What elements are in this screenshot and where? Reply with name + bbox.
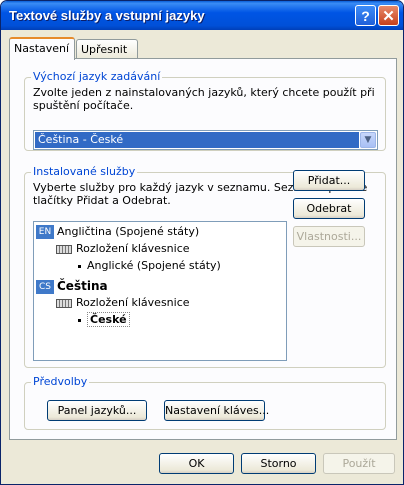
- services-tree[interactable]: EN Angličtina (Spojené státy) Rozložení k…: [33, 221, 287, 361]
- tree-item-label: Rozložení klávesnice: [76, 242, 190, 255]
- bullet-icon: [78, 264, 81, 268]
- tree-item-keyboard-layout-en[interactable]: Rozložení klávesnice: [56, 241, 190, 257]
- tab-panel: Výchozí jazyk zadávání Zvolte jeden z na…: [9, 58, 397, 440]
- title-bar[interactable]: Textové služby a vstupní jazyky ? ✕: [1, 1, 403, 30]
- preferences-group: Předvolby Panel jazyků... Nastavení kláv…: [24, 375, 386, 430]
- default-language-legend: Výchozí jazyk zadávání: [31, 70, 163, 83]
- close-icon: ✕: [382, 7, 395, 25]
- language-badge-icon: EN: [36, 225, 54, 239]
- default-language-value: Čeština - České: [35, 132, 359, 148]
- installed-services-legend: Instalované služby: [31, 165, 138, 178]
- tree-item-english[interactable]: EN Angličtina (Spojené státy): [36, 224, 199, 240]
- key-settings-button[interactable]: Nastavení kláves...: [164, 400, 269, 421]
- dialog-window: Textové služby a vstupní jazyky ? ✕ Nast…: [0, 0, 404, 485]
- tree-item-label: Čeština: [57, 279, 108, 293]
- default-language-description: Zvolte jeden z nainstalovaných jazyků, k…: [33, 86, 375, 112]
- remove-button[interactable]: Odebrat: [293, 198, 365, 219]
- tab-settings[interactable]: Nastavení: [9, 37, 75, 60]
- dropdown-arrow-icon[interactable]: ▼: [360, 132, 376, 148]
- window-title: Textové služby a vstupní jazyky: [9, 8, 205, 23]
- tree-item-layout-us[interactable]: Anglické (Spojené státy): [78, 258, 221, 274]
- default-language-group: Výchozí jazyk zadávání Zvolte jeden z na…: [24, 70, 386, 151]
- tree-item-label: Angličtina (Spojené státy): [57, 225, 200, 238]
- language-badge-icon: CS: [36, 280, 54, 294]
- help-icon: ?: [361, 7, 370, 24]
- keyboard-icon: [56, 244, 72, 254]
- tree-item-czech[interactable]: CS Čeština: [36, 278, 108, 294]
- cancel-button[interactable]: Storno: [241, 453, 316, 474]
- tree-item-layout-cs[interactable]: České: [78, 312, 130, 328]
- ok-button[interactable]: OK: [159, 453, 234, 474]
- keyboard-icon: [56, 298, 72, 308]
- tree-item-keyboard-layout-cs[interactable]: Rozložení klávesnice: [56, 295, 190, 311]
- properties-button[interactable]: Vlastnosti...: [293, 226, 365, 247]
- tree-item-label: České: [87, 312, 130, 327]
- tab-strip: Nastavení Upřesnit: [9, 37, 399, 60]
- help-button[interactable]: ?: [355, 5, 376, 26]
- tab-advanced[interactable]: Upřesnit: [76, 39, 138, 59]
- close-button[interactable]: ✕: [378, 5, 399, 26]
- preferences-legend: Předvolby: [31, 375, 90, 388]
- add-button[interactable]: Přidat...: [293, 170, 365, 191]
- bullet-icon: [78, 318, 81, 322]
- language-bar-button[interactable]: Panel jazyků...: [47, 400, 147, 421]
- apply-button[interactable]: Použít: [323, 453, 395, 474]
- tree-item-label: Anglické (Spojené státy): [87, 259, 221, 272]
- default-language-select[interactable]: Čeština - České ▼: [33, 130, 378, 150]
- tree-item-label: Rozložení klávesnice: [76, 296, 190, 309]
